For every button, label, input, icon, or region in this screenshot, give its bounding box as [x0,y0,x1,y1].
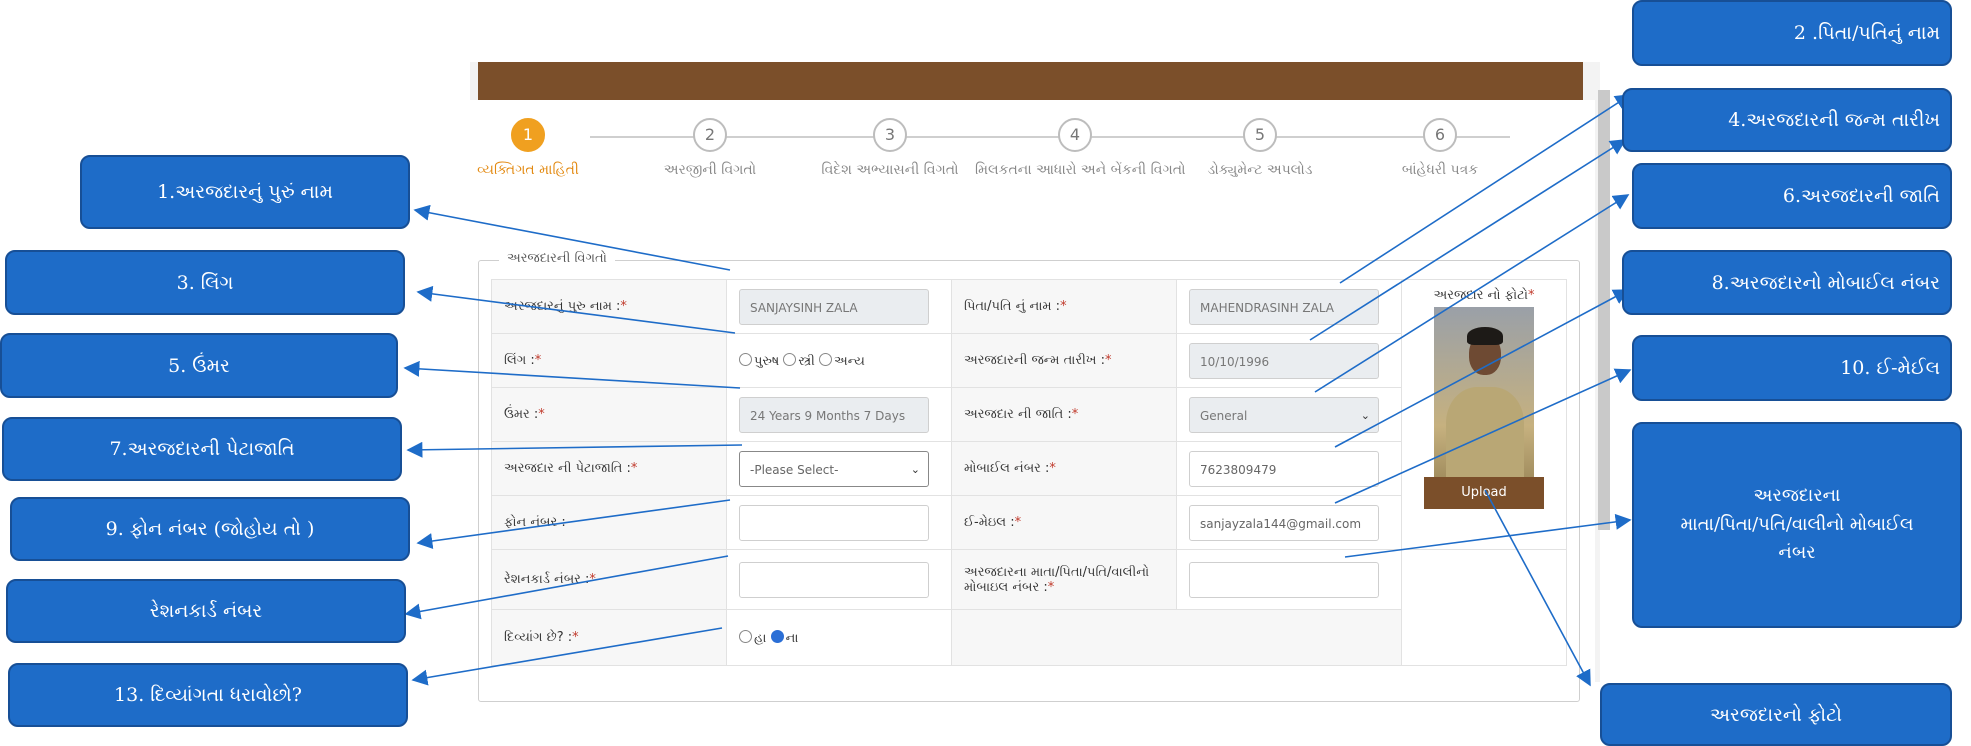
callout-phone: 9. ફોન નંબર (જોહોય તો ) [10,497,410,561]
callout-ration: રેશનકાર્ડ નંબર [6,579,406,643]
callout-disability: 13. દિવ્યાંગતા ધરાવોછો? [8,663,408,727]
arrow [411,627,723,686]
callout-father-name: 2 .પિતા/પતિનું નામ [1632,0,1952,66]
arrow [1484,489,1591,687]
callout-age: 5. ઉંમર [0,333,398,398]
arrow [416,285,736,334]
callout-photo: અરજદારનો ફોટો [1600,683,1952,746]
arrow [404,555,729,620]
callout-email: 10. ઈ-મેઈલ [1632,335,1952,401]
callout-caste: 6.અરજદારની જાતિ [1632,163,1952,229]
arrow [1309,139,1627,341]
callout-gender: 3. લિંગ [5,250,405,315]
arrow [1334,368,1632,504]
arrow [413,204,731,271]
callout-parent-mobile: અરજદારના માતા/પિતા/પતિ/વાલીનો મોબાઈલ નંબ… [1632,422,1962,628]
arrow [1344,513,1632,558]
callout-full-name: 1.અરજદારનું પુરું નામ [80,155,410,229]
callout-dob: 4.અરજદારની જન્મ તારીખ [1622,88,1952,152]
arrow [416,499,731,549]
arrow [1339,94,1632,284]
callout-subcaste: 7.અરજદારની પેટાજાતિ [2,417,402,481]
arrow [406,441,743,458]
arrow [403,360,741,389]
arrow [1334,289,1630,448]
callout-mobile: 8.અરજદારનો મોબાઈલ નંબર [1622,250,1952,315]
arrow [1314,194,1630,393]
